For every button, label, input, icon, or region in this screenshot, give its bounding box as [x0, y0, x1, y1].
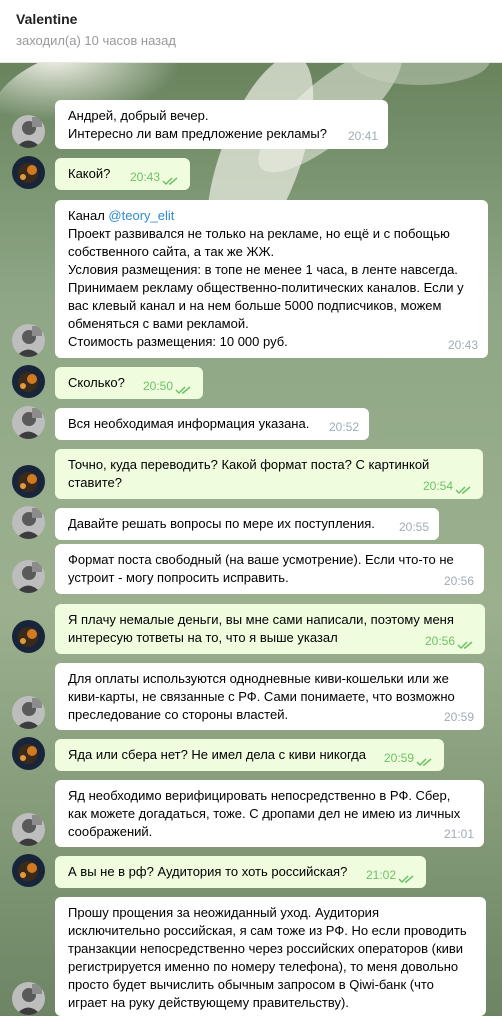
- message-text: Вся необходимая информация указана.: [68, 416, 310, 431]
- message-row: Давайте решать вопросы по мере их поступ…: [0, 506, 502, 540]
- message-row: Я плачу немалые деньги, вы мне сами напи…: [0, 604, 502, 654]
- message-time: 20:41: [347, 129, 378, 143]
- message-row: Андрей, добрый вечер. Интересно ли вам п…: [0, 100, 502, 149]
- own-avatar[interactable]: [12, 465, 45, 498]
- message-row: Прошу прощения за неожиданный уход. Ауди…: [0, 897, 502, 1016]
- message-text: Давайте решать вопросы по мере их поступ…: [68, 516, 375, 531]
- incoming-message[interactable]: Давайте решать вопросы по мере их поступ…: [55, 508, 439, 540]
- message-row: Яд необходимо верифицировать непосредств…: [0, 780, 502, 847]
- message-text: Для оплаты используются однодневные киви…: [68, 671, 455, 722]
- message-row: Формат поста свободный (на ваше усмотрен…: [0, 544, 502, 594]
- own-avatar[interactable]: [12, 365, 45, 398]
- sender-avatar[interactable]: [12, 324, 45, 357]
- message-time: 21:02: [365, 868, 396, 882]
- own-avatar[interactable]: [12, 854, 45, 887]
- message-time: 20:59: [443, 710, 474, 724]
- message-row: Вся необходимая информация указана. 20:52: [0, 406, 502, 440]
- message-time: 20:56: [443, 574, 474, 588]
- message-time: 20:55: [398, 520, 429, 534]
- incoming-message[interactable]: Яд необходимо верифицировать непосредств…: [55, 780, 484, 847]
- read-check-icon: [162, 173, 180, 186]
- message-row: Яда или сбера нет? Не имел дела с киви н…: [0, 737, 502, 771]
- outgoing-message[interactable]: Какой? 20:43: [55, 158, 190, 190]
- message-text: А вы не в рф? Аудитория то хоть российск…: [68, 864, 348, 879]
- message-feed[interactable]: Андрей, добрый вечер. Интересно ли вам п…: [0, 63, 502, 1016]
- read-check-icon: [398, 871, 416, 884]
- sender-avatar[interactable]: [12, 506, 45, 539]
- message-time: 20:52: [328, 420, 359, 434]
- outgoing-message[interactable]: Я плачу немалые деньги, вы мне сами напи…: [55, 604, 485, 654]
- message-time: 20:56: [424, 634, 455, 648]
- sender-avatar[interactable]: [12, 696, 45, 729]
- message-text: Точно, куда переводить? Какой формат пос…: [68, 457, 430, 490]
- message-time: 20:50: [142, 379, 173, 393]
- message-time: 20:43: [447, 338, 478, 352]
- message-text: Канал @teory_elit Проект развивался не т…: [68, 207, 476, 351]
- message-time: 20:54: [422, 479, 453, 493]
- sender-avatar[interactable]: [12, 982, 45, 1015]
- message-row: Точно, куда переводить? Какой формат пос…: [0, 449, 502, 499]
- outgoing-message[interactable]: Яда или сбера нет? Не имел дела с киви н…: [55, 739, 444, 771]
- message-text: Яд необходимо верифицировать непосредств…: [68, 788, 461, 839]
- message-time: 20:59: [383, 751, 414, 765]
- chat-header[interactable]: Valentine заходил(а) 10 часов назад: [0, 0, 502, 63]
- message-text: Формат поста свободный (на ваше усмотрен…: [68, 552, 454, 585]
- message-row: Сколько? 20:50: [0, 365, 502, 399]
- incoming-message[interactable]: Канал @teory_elit Проект развивался не т…: [55, 200, 488, 358]
- message-row: Для оплаты используются однодневные киви…: [0, 663, 502, 730]
- own-avatar[interactable]: [12, 737, 45, 770]
- sender-avatar[interactable]: [12, 406, 45, 439]
- message-text-prefix: Канал: [68, 208, 109, 223]
- incoming-message[interactable]: Для оплаты используются однодневные киви…: [55, 663, 484, 730]
- message-row: Канал @teory_elit Проект развивался не т…: [0, 200, 502, 358]
- outgoing-message[interactable]: Точно, куда переводить? Какой формат пос…: [55, 449, 483, 499]
- incoming-message[interactable]: Формат поста свободный (на ваше усмотрен…: [55, 544, 484, 594]
- own-avatar[interactable]: [12, 156, 45, 189]
- incoming-message[interactable]: Вся необходимая информация указана. 20:52: [55, 408, 369, 440]
- sender-avatar[interactable]: [12, 115, 45, 148]
- read-check-icon: [416, 754, 434, 767]
- sender-avatar[interactable]: [12, 813, 45, 846]
- read-check-icon: [457, 637, 475, 650]
- outgoing-message[interactable]: А вы не в рф? Аудитория то хоть российск…: [55, 856, 426, 888]
- read-check-icon: [175, 382, 193, 395]
- message-text: Прошу прощения за неожиданный уход. Ауди…: [68, 905, 467, 1010]
- message-text: Андрей, добрый вечер. Интересно ли вам п…: [68, 108, 327, 141]
- incoming-message[interactable]: Прошу прощения за неожиданный уход. Ауди…: [55, 897, 486, 1016]
- outgoing-message[interactable]: Сколько? 20:50: [55, 367, 203, 399]
- message-row: А вы не в рф? Аудитория то хоть российск…: [0, 854, 502, 888]
- message-text-body: Проект развивался не только на рекламе, …: [68, 226, 464, 349]
- incoming-message[interactable]: Андрей, добрый вечер. Интересно ли вам п…: [55, 100, 388, 149]
- last-seen-status: заходил(а) 10 часов назад: [16, 33, 176, 48]
- sender-avatar[interactable]: [12, 560, 45, 593]
- message-time: 21:01: [443, 827, 474, 841]
- message-text: Я плачу немалые деньги, вы мне сами напи…: [68, 612, 454, 645]
- read-check-icon: [455, 482, 473, 495]
- message-time: 20:43: [129, 170, 160, 184]
- own-avatar[interactable]: [12, 620, 45, 653]
- channel-link[interactable]: @teory_elit: [108, 208, 174, 223]
- contact-name[interactable]: Valentine: [16, 11, 77, 27]
- message-text: Яда или сбера нет? Не имел дела с киви н…: [68, 747, 366, 762]
- message-row: Какой? 20:43: [0, 156, 502, 190]
